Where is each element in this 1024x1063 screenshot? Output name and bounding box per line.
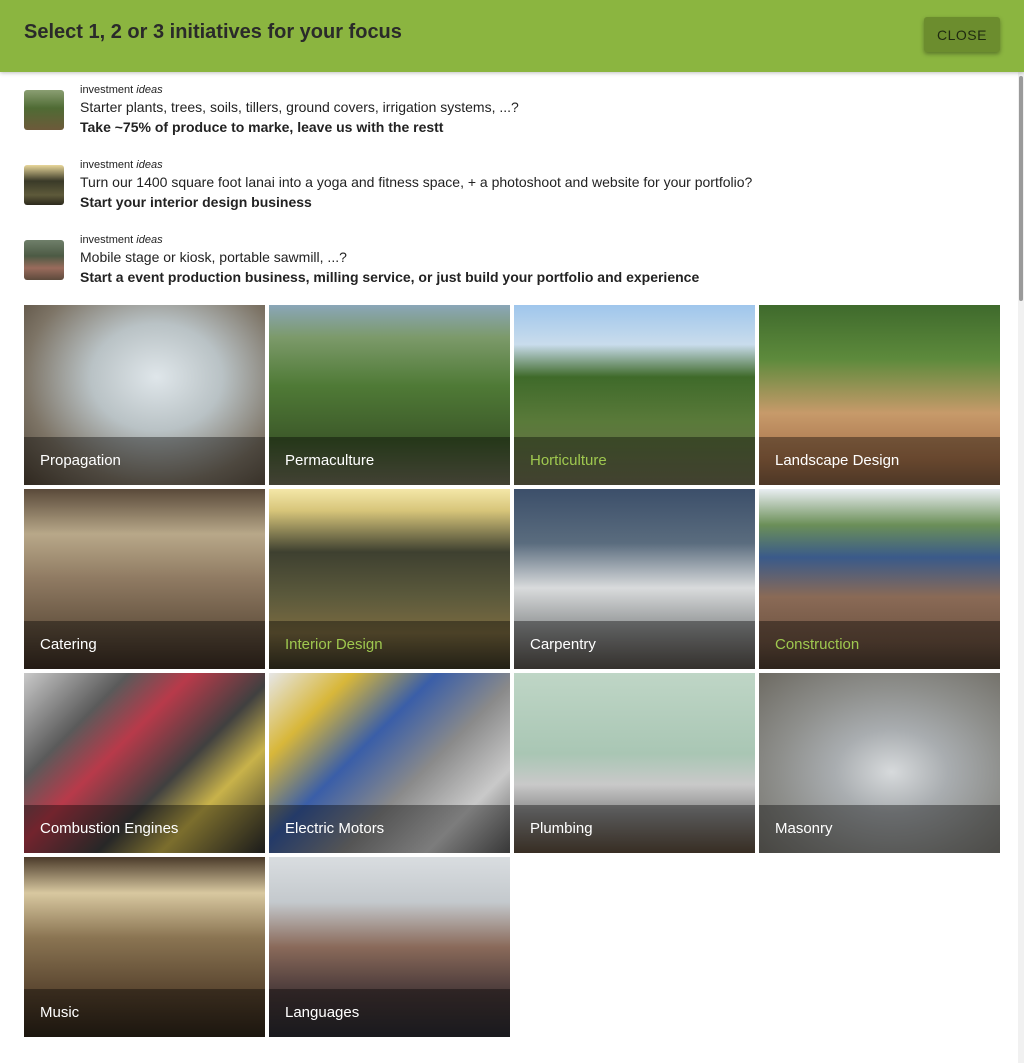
scrollbar[interactable]	[1018, 72, 1024, 1063]
dialog-header: Select 1, 2 or 3 initiatives for your fo…	[0, 0, 1024, 72]
tile-label: Propagation	[40, 452, 121, 469]
tile-label: Masonry	[775, 820, 833, 837]
tile-label: Interior Design	[285, 636, 383, 653]
tile-permaculture[interactable]: Permaculture	[269, 305, 510, 485]
tile-label: Combustion Engines	[40, 820, 179, 837]
tile-horticulture[interactable]: Horticulture	[514, 305, 755, 485]
idea-item-event[interactable]: investment ideas Mobile stage or kiosk, …	[24, 222, 1004, 288]
tile-label: Music	[40, 1004, 80, 1021]
idea-item-interior[interactable]: investment ideas Turn our 1400 square fo…	[24, 147, 1004, 213]
tile-label: Plumbing	[530, 820, 593, 837]
tile-masonry[interactable]: Masonry	[759, 673, 1000, 853]
tile-catering[interactable]: Catering	[24, 489, 265, 669]
tile-label: Catering	[40, 636, 97, 653]
tile-label: Electric Motors	[285, 820, 385, 837]
tile-plumbing[interactable]: Plumbing	[514, 673, 755, 853]
idea-description: Mobile stage or kiosk, portable sawmill,…	[80, 249, 347, 265]
idea-thumbnail	[24, 165, 64, 205]
close-button[interactable]: CLOSE	[924, 17, 1000, 52]
tile-label: Construction	[775, 636, 860, 653]
idea-thumbnail	[24, 240, 64, 280]
idea-kicker: investment ideas	[80, 234, 163, 246]
tile-carpentry[interactable]: Carpentry	[514, 489, 755, 669]
tile-construction[interactable]: Construction	[759, 489, 1000, 669]
tile-label: Landscape Design	[775, 452, 900, 469]
idea-description: Starter plants, trees, soils, tillers, g…	[80, 99, 519, 115]
tile-label: Horticulture	[530, 452, 607, 469]
idea-description: Turn our 1400 square foot lanai into a y…	[80, 174, 753, 190]
tile-combustion-engines[interactable]: Combustion Engines	[24, 673, 265, 853]
idea-headline: Start your interior design business	[80, 194, 312, 210]
tile-electric-motors[interactable]: Electric Motors	[269, 673, 510, 853]
idea-thumbnail	[24, 90, 64, 130]
tile-label: Languages	[285, 1004, 360, 1021]
scrollbar-thumb[interactable]	[1019, 76, 1023, 301]
idea-headline: Start a event production business, milli…	[80, 269, 700, 285]
idea-headline: Take ~75% of produce to marke, leave us …	[80, 119, 444, 135]
tile-label: Carpentry	[530, 636, 596, 653]
tile-label: Permaculture	[285, 452, 375, 469]
tile-music[interactable]: Music	[24, 857, 265, 1037]
dialog-title: Select 1, 2 or 3 initiatives for your fo…	[24, 21, 402, 43]
tile-landscape-design[interactable]: Landscape Design	[759, 305, 1000, 485]
tile-propagation[interactable]: Propagation	[24, 305, 265, 485]
idea-kicker: investment ideas	[80, 84, 163, 96]
tile-interior-design[interactable]: Interior Design	[269, 489, 510, 669]
idea-kicker: investment ideas	[80, 159, 163, 171]
tile-languages[interactable]: Languages	[269, 857, 510, 1037]
idea-item-produce[interactable]: investment ideas Starter plants, trees, …	[24, 72, 1004, 138]
